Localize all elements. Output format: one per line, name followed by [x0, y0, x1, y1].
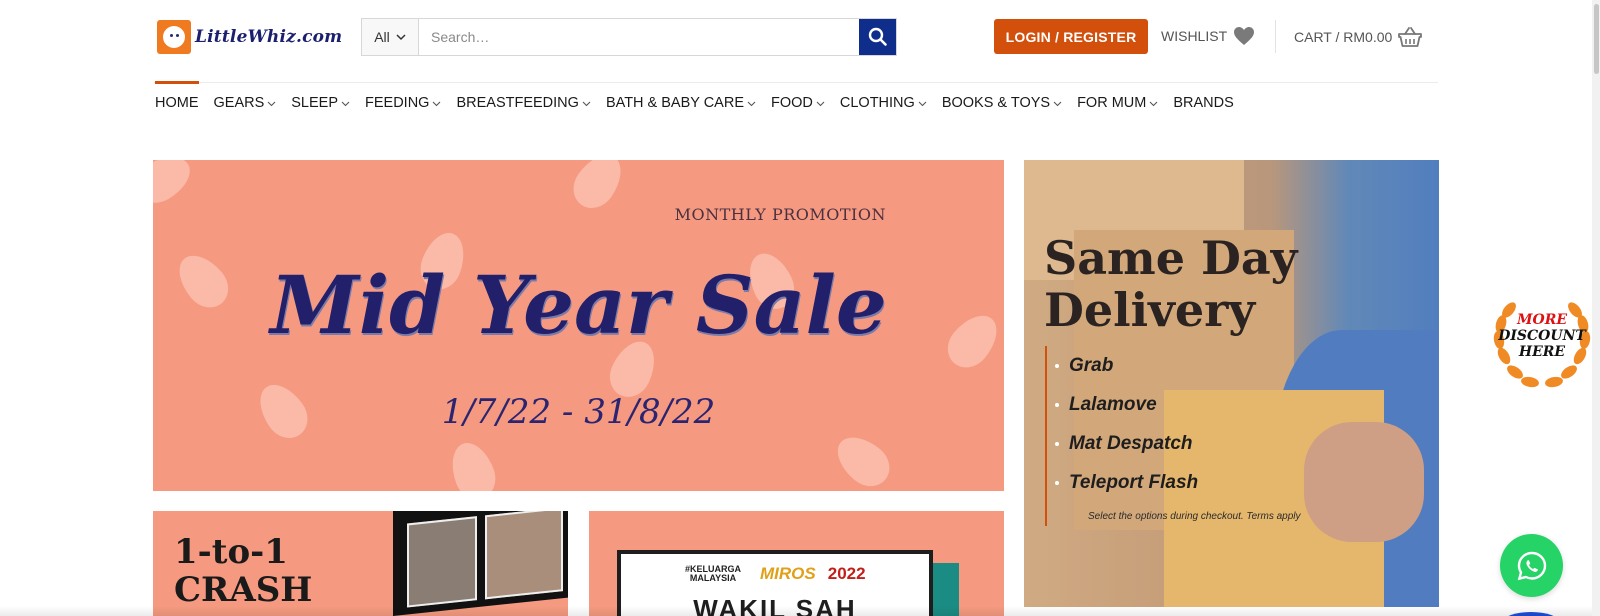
- tag-keluarga: #KELUARGA MALAYSIA: [684, 564, 741, 583]
- nav-item-breastfeeding[interactable]: BREASTFEEDING: [456, 83, 591, 123]
- feather-decoration: [564, 160, 632, 217]
- nav-item-brands[interactable]: BRANDS: [1173, 83, 1233, 123]
- page-scrollbar[interactable]: [1592, 0, 1600, 616]
- nav-item-books-toys[interactable]: BOOKS & TOYS: [942, 83, 1062, 123]
- nav-item-for-mum[interactable]: FOR MUM: [1077, 83, 1158, 123]
- miros-banner[interactable]: #KELUARGA MALAYSIA MIROS 2022 WAKIL SAH: [589, 511, 1004, 616]
- wishlist-label: WISHLIST: [1161, 28, 1228, 44]
- baby-face-icon: [157, 20, 191, 54]
- nav-item-label: BRANDS: [1173, 95, 1234, 111]
- heart-icon: [1234, 27, 1255, 45]
- login-register-button[interactable]: LOGIN / REGISTER: [994, 19, 1148, 54]
- scrollbar-thumb[interactable]: [1594, 4, 1599, 74]
- chevron-down-icon: [341, 101, 350, 107]
- tag-miros: MIROS: [760, 564, 816, 583]
- bottom-shadow: [0, 606, 1592, 616]
- chevron-down-icon: [433, 101, 441, 107]
- nav-item-bath-baby-care[interactable]: BATH & BABY CARE: [606, 83, 756, 123]
- delivery-title-line2: Delivery: [1044, 283, 1256, 337]
- delivery-title-line1: Same Day: [1044, 231, 1298, 285]
- nav-item-label: GEARS: [213, 95, 265, 111]
- nav-item-home[interactable]: HOME: [155, 81, 199, 123]
- basket-icon: [1398, 27, 1423, 47]
- mid-year-sale-banner[interactable]: MONTHLY PROMOTION Mid Year Sale 1/7/22 -…: [153, 160, 1004, 491]
- chevron-down-icon: [1053, 101, 1062, 107]
- search-button[interactable]: [859, 19, 896, 55]
- nav-item-sleep[interactable]: SLEEP: [291, 83, 350, 123]
- discount-line2: DISCOUNT: [1498, 328, 1586, 344]
- feather-decoration: [153, 160, 199, 211]
- delivery-option: Grab: [1054, 346, 1198, 385]
- nav-item-label: BOOKS & TOYS: [941, 95, 1051, 111]
- nav-item-food[interactable]: FOOD: [771, 83, 825, 123]
- tag-bajet: 2022: [827, 564, 866, 583]
- whatsapp-button[interactable]: [1500, 534, 1563, 597]
- nav-item-label: BREASTFEEDING: [456, 95, 579, 111]
- chevron-down-icon: [582, 101, 591, 107]
- search-category-select[interactable]: All: [362, 19, 419, 55]
- discount-text: MORE DISCOUNT HERE: [1490, 312, 1594, 360]
- discount-line1: MORE: [1517, 312, 1567, 328]
- crash-test-banner[interactable]: 1-to-1 CRASH: [153, 511, 568, 616]
- feather-decoration: [827, 427, 899, 491]
- photo-thumbnail: [407, 516, 477, 608]
- delivery-option: Lalamove: [1054, 385, 1198, 424]
- search-bar: All: [361, 18, 897, 56]
- nav-item-label: CLOTHING: [839, 95, 915, 111]
- delivery-note: Select the options during checkout. Term…: [1088, 511, 1301, 522]
- search-input[interactable]: [419, 19, 859, 55]
- delivery-option: Teleport Flash: [1054, 463, 1198, 502]
- delivery-title: Same Day Delivery: [1044, 232, 1297, 336]
- chevron-down-icon: [747, 101, 756, 107]
- nav-item-label: HOME: [155, 95, 199, 111]
- nav-item-label: FOR MUM: [1077, 95, 1147, 111]
- sale-dates: 1/7/22 - 31/8/22: [441, 392, 716, 432]
- chevron-down-icon: [1149, 101, 1158, 107]
- nav-item-feeding[interactable]: FEEDING: [365, 83, 441, 123]
- logo-text: LittleWhiz.com: [195, 27, 343, 47]
- feather-decoration: [444, 436, 502, 491]
- promo-label: MONTHLY PROMOTION: [674, 205, 886, 224]
- wishlist-link[interactable]: WISHLIST: [1161, 26, 1255, 46]
- cart-label: CART / RM0.00: [1294, 29, 1393, 45]
- header-divider: [1275, 20, 1276, 53]
- chevron-down-icon: [918, 101, 927, 107]
- crash-banner-text: 1-to-1 CRASH: [174, 533, 312, 609]
- site-logo[interactable]: LittleWhiz.com: [157, 20, 342, 54]
- chevron-down-icon: [267, 101, 276, 107]
- photo-thumbnail: [485, 511, 563, 600]
- main-nav: HOME GEARS SLEEP FEEDING BREASTFEEDING B…: [155, 81, 1249, 123]
- same-day-delivery-banner[interactable]: Same Day Delivery Grab Lalamove Mat Desp…: [1024, 160, 1439, 607]
- nav-item-label: SLEEP: [291, 95, 339, 111]
- sale-title: Mid Year Sale: [270, 258, 887, 352]
- chevron-down-icon: [816, 101, 825, 107]
- delivery-option: Mat Despatch: [1054, 424, 1198, 463]
- chevron-down-icon: [396, 33, 406, 40]
- more-discount-badge[interactable]: MORE DISCOUNT HERE: [1490, 292, 1594, 394]
- nav-item-label: BATH & BABY CARE: [605, 95, 744, 111]
- search-icon: [868, 27, 887, 46]
- nav-item-clothing[interactable]: CLOTHING: [840, 83, 927, 123]
- search-category-label: All: [374, 29, 390, 45]
- cart-link[interactable]: CART / RM0.00: [1294, 26, 1423, 48]
- nav-item-gears[interactable]: GEARS: [214, 83, 277, 123]
- nav-item-label: FEEDING: [365, 95, 430, 111]
- poster-tags: #KELUARGA MALAYSIA MIROS 2022: [678, 564, 866, 584]
- whatsapp-icon: [1517, 551, 1546, 580]
- delivery-options-list: Grab Lalamove Mat Despatch Teleport Flas…: [1045, 346, 1198, 526]
- photo-filmstrip: [393, 511, 568, 616]
- nav-item-label: FOOD: [771, 95, 813, 111]
- discount-line3: HERE: [1518, 344, 1566, 360]
- crash-banner-line1: 1-to-1: [174, 532, 288, 572]
- crash-banner-line2: CRASH: [174, 570, 313, 610]
